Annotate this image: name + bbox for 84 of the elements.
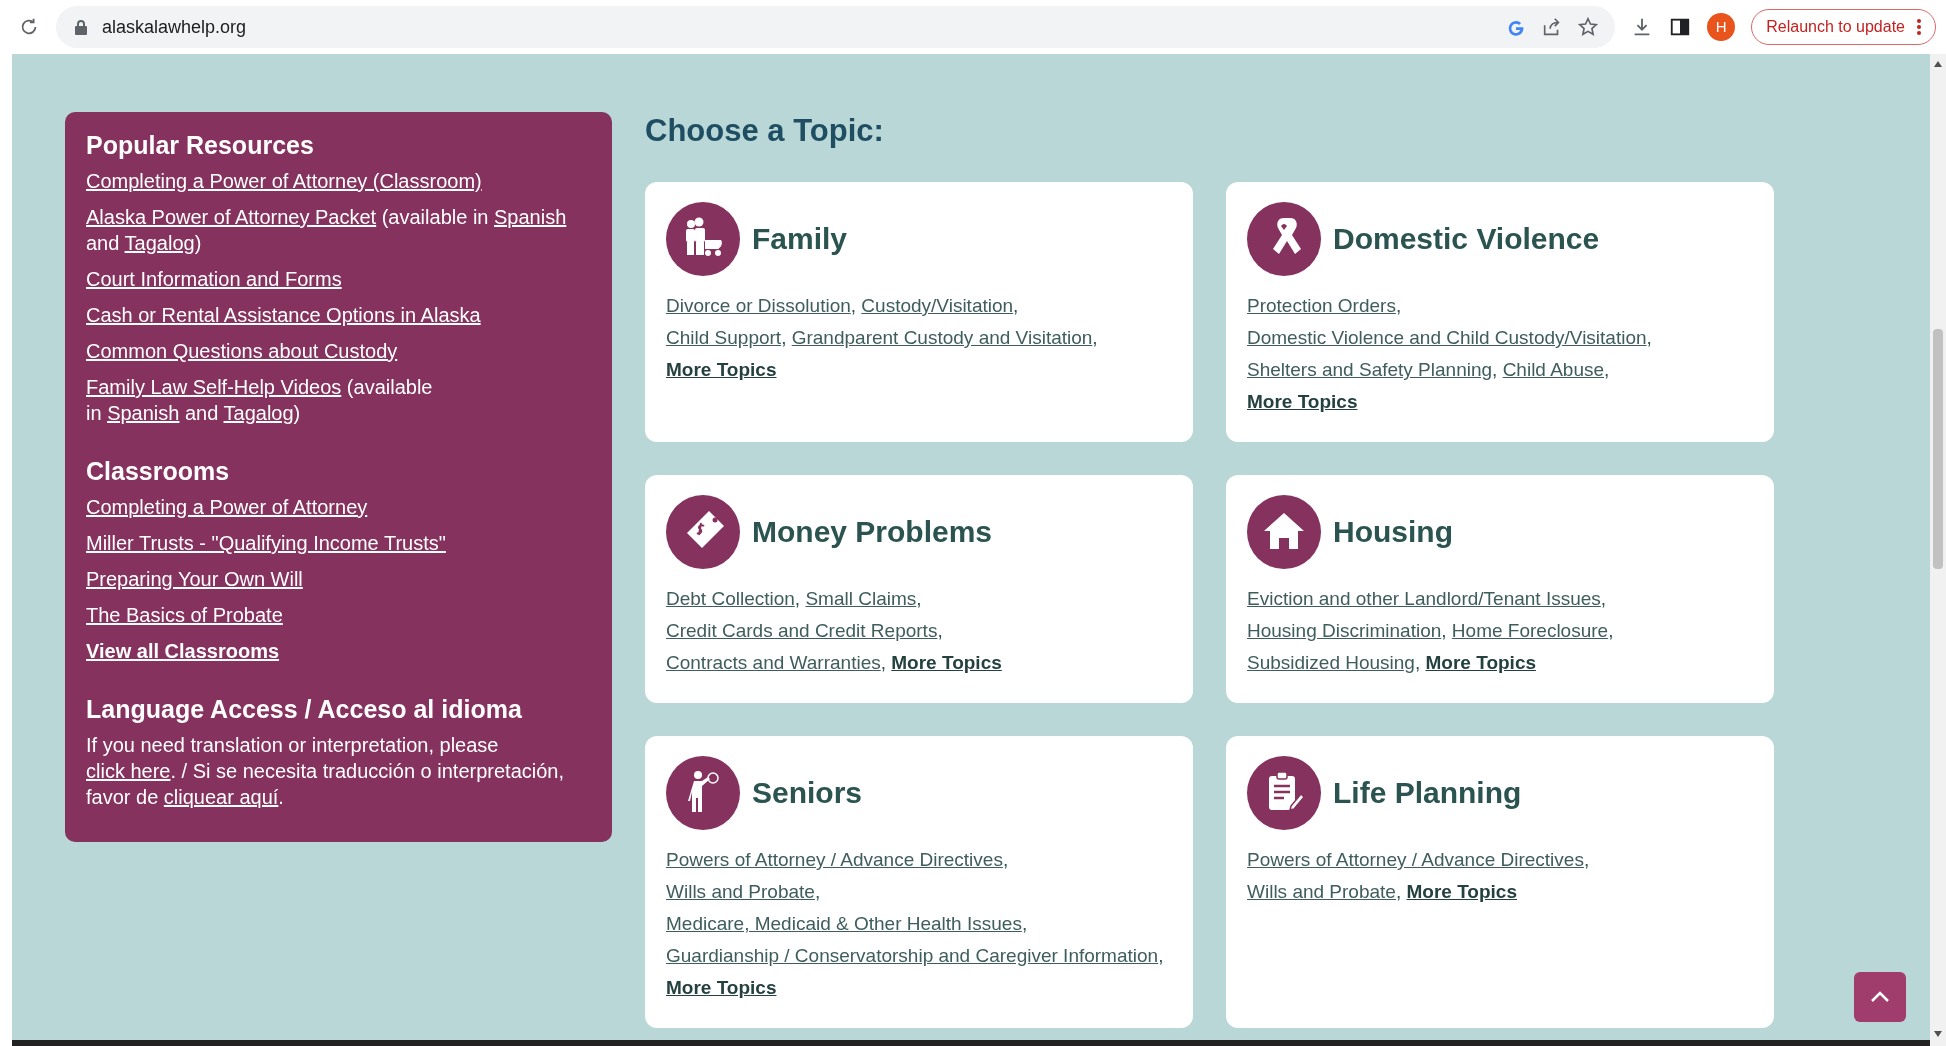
resource-link[interactable]: Court Information and Forms [86,268,342,290]
resource-text: If you need translation or interpretation, please click here. / Si se necesita traducción o interpretación, favor de cliquear aquí. [86,733,566,810]
address-bar[interactable]: alaskalawhelp.org [56,6,1616,48]
topic-links: Powers of Attorney / Advance Directives, Wills and Probate, More Topics [1247,848,1591,905]
price-tag-icon [666,495,740,570]
resource-link[interactable]: cliquear aquí [163,786,279,808]
resource-text: Family Law Self-Help Videos (available in Spanish and Tagalog) [86,375,434,426]
person-icon [666,756,740,831]
topic-links: Divorce or Dissolution, Custody/Visitation, Child Support, Grandparent Custody and Visitation, More Topics [666,294,1099,383]
topic-links: Eviction and other Landlord/Tenant Issues, Housing Discrimination, Home Foreclosure, Subsidized Housing, More Topics [1247,587,1615,676]
profile-avatar[interactable]: H [1707,13,1736,41]
topic-title: Domestic Violence [1333,221,1600,258]
topic-link[interactable]: Wills and Probate [1247,881,1396,903]
topic-link[interactable]: Child Support [666,327,782,349]
topic-link[interactable]: Debt Collection [666,588,795,610]
topic-title: Life Planning [1333,775,1522,812]
star-icon[interactable] [1577,16,1600,38]
topic-link[interactable]: Child Abuse [1502,359,1605,381]
section-heading: Popular Resources [86,130,315,160]
more-topics-link[interactable]: More Topics [666,977,777,999]
resource-link[interactable]: The Basics of Probate [86,604,283,626]
topic-link[interactable]: Grandparent Custody and Visitation [791,327,1093,349]
url-text: alaskalawhelp.org [102,15,247,39]
relaunch-button[interactable]: Relaunch to update [1751,9,1936,45]
resource-link[interactable]: Tagalog [223,402,294,424]
topic-title: Money Problems [752,514,993,551]
clipboard-icon [1247,756,1321,831]
section-heading: Language Access / Acceso al idioma [86,694,523,724]
chevron-up-icon [1870,991,1890,1003]
side-panel-icon[interactable] [1669,16,1692,38]
topic-link[interactable]: Custody/Visitation [861,295,1014,317]
topic-title: Family [752,221,848,258]
topic-link[interactable]: Guardianship / Conservatorship and Caregiver Information [666,945,1159,967]
topic-link[interactable]: Home Foreclosure [1451,620,1609,642]
topic-link[interactable]: Contracts and Warranties [666,652,881,674]
resource-link[interactable]: Preparing Your Own Will [86,568,303,590]
resource-link[interactable]: Family Law Self-Help Videos [86,376,342,398]
back-to-top-button[interactable] [1854,972,1906,1022]
more-topics-link[interactable]: More Topics [891,652,1002,674]
resource-link[interactable]: Completing a Power of Attorney (Classroom) [86,170,482,192]
resource-link[interactable]: Completing a Power of Attorney [86,496,368,518]
topic-link[interactable]: Medicare, Medicaid & Other Health Issues [666,913,1022,935]
scrollbar-thumb[interactable] [1933,329,1943,569]
resource-link[interactable]: Spanish [107,402,180,424]
more-topics-link[interactable]: More Topics [666,359,777,381]
resource-link[interactable]: click here [86,760,171,782]
topic-title: Housing [1333,514,1453,551]
topic-links: Debt Collection, Small Claims, Credit Cards and Credit Reports, Contracts and Warranties, More Topics [666,587,1003,676]
topic-link[interactable]: Domestic Violence and Child Custody/Visitation [1247,327,1647,349]
topic-title: Seniors [752,775,863,812]
scroll-up-icon[interactable] [1933,60,1943,68]
resource-link[interactable]: Cash or Rental Assistance Options in Alaska [86,304,481,326]
kebab-menu-icon[interactable] [1917,19,1921,35]
resource-link[interactable]: Alaska Power of Attorney Packet [86,206,377,228]
family-icon [666,202,740,277]
topic-link[interactable]: Subsidized Housing [1247,652,1415,674]
topic-link[interactable]: Wills and Probate [666,881,815,903]
resource-link[interactable]: Miller Trusts - "Qualifying Income Trusts" [86,532,446,554]
topic-links: Powers of Attorney / Advance Directives, Wills and Probate, Medicare, Medicaid & Other Health Issues, Guardianship / Conservatorship and Caregiver Information, More Topics [666,848,1165,1001]
resource-text: Alaska Power of Attorney Packet (available in Spanish and Tagalog) [86,205,568,256]
topic-link[interactable]: Credit Cards and Credit Reports [666,620,938,642]
scrollbar[interactable] [1930,54,1946,1046]
more-topics-link[interactable]: More Topics [1247,391,1358,413]
topic-link[interactable]: Eviction and other Landlord/Tenant Issues [1247,588,1601,610]
topic-link[interactable]: Divorce or Dissolution [666,295,851,317]
ribbon-icon [1247,202,1321,277]
topic-links: Protection Orders, Domestic Violence and Child Custody/Visitation, Shelters and Safety Planning, Child Abuse, More Topics [1247,294,1653,415]
topic-link[interactable]: Shelters and Safety Planning [1247,359,1493,381]
house-icon [1247,495,1321,570]
topic-link[interactable]: Powers of Attorney / Advance Directives [1247,849,1584,871]
more-topics-link[interactable]: More Topics [1425,652,1536,674]
topic-link[interactable]: Protection Orders [1247,295,1396,317]
resource-link[interactable]: Common Questions about Custody [86,340,398,362]
topic-link[interactable]: Powers of Attorney / Advance Directives [666,849,1003,871]
section-heading: Choose a Topic: [645,112,885,150]
resource-link[interactable]: Spanish [494,206,567,228]
view-all-link[interactable]: View all Classrooms [86,640,280,662]
section-heading: Classrooms [86,456,231,486]
more-topics-link[interactable]: More Topics [1406,881,1517,903]
topic-link[interactable]: Housing Discrimination [1247,620,1442,642]
lock-icon[interactable] [74,19,88,35]
resource-link[interactable]: Tagalog [124,232,195,254]
scroll-down-icon[interactable] [1933,1030,1943,1038]
topic-link[interactable]: Small Claims [805,588,917,610]
